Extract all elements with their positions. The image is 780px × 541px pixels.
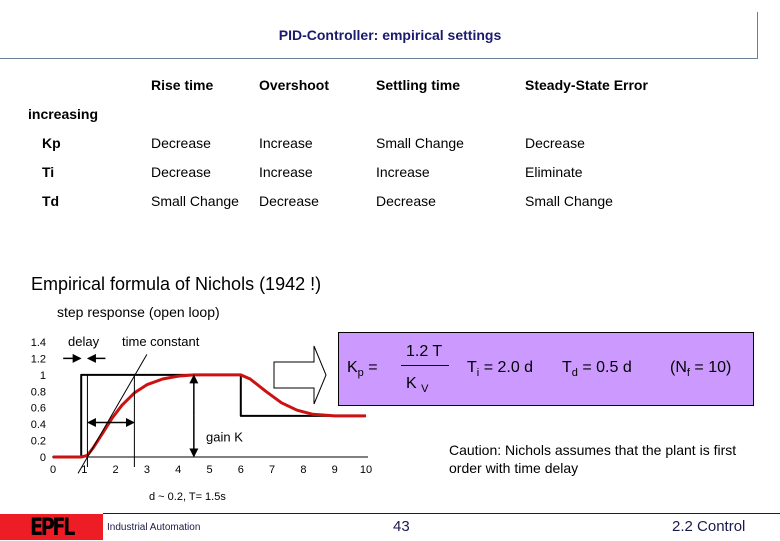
y-tick-label: 1.4 bbox=[31, 337, 46, 349]
table-cell: Small Change bbox=[376, 135, 464, 151]
table-cell: Small Change bbox=[525, 193, 613, 209]
table-cell: Small Change bbox=[151, 193, 239, 209]
fraction-bar bbox=[401, 365, 449, 366]
time-constant-label: time constant bbox=[122, 334, 200, 349]
y-tick-label: 0.8 bbox=[31, 386, 46, 398]
y-tick-label: 1.2 bbox=[31, 353, 46, 365]
epfl-logo-text: EPFL bbox=[30, 513, 75, 541]
x-tick-label: 3 bbox=[144, 464, 150, 476]
column-header-overshoot: Overshoot bbox=[259, 77, 330, 93]
kp-denominator: K V bbox=[406, 375, 429, 396]
column-header-settling-time: Settling time bbox=[376, 77, 461, 93]
table-cell: Decrease bbox=[151, 135, 211, 151]
x-tick-label: 7 bbox=[269, 464, 275, 476]
table-cell: Increase bbox=[376, 164, 430, 180]
row-label-ti: Ti bbox=[42, 164, 55, 180]
column-header-steady-state-error: Steady-State Error bbox=[525, 77, 648, 93]
x-tick-label: 2 bbox=[113, 464, 119, 476]
slide-title: PID-Controller: empirical settings bbox=[278, 27, 502, 43]
nichols-formula-box: Kp = 1.2 T K V Ti = 2.0 d Td = 0.5 d (Nf… bbox=[338, 332, 754, 406]
y-tick-label: 0.4 bbox=[31, 419, 46, 431]
table-cell: Increase bbox=[259, 164, 313, 180]
nichols-heading: Empirical formula of Nichols (1942 !) bbox=[31, 274, 322, 294]
table-cell: Decrease bbox=[151, 164, 211, 180]
table-cell: Eliminate bbox=[525, 164, 583, 180]
row-label-td: Td bbox=[42, 193, 60, 209]
y-tick-label: 1 bbox=[40, 370, 46, 382]
row-header-increasing: increasing bbox=[28, 106, 99, 122]
footer-divider bbox=[103, 513, 780, 514]
y-tick-label: 0.6 bbox=[31, 403, 46, 415]
table-cell: Decrease bbox=[525, 135, 585, 151]
y-tick-label: 0.2 bbox=[31, 436, 46, 448]
x-tick-label: 6 bbox=[238, 464, 244, 476]
ti-formula: Ti = 2.0 d bbox=[467, 359, 534, 380]
caution-note: Caution: Nichols assumes that the plant … bbox=[449, 442, 737, 476]
block-arrow-icon bbox=[273, 345, 327, 405]
step-response-label: step response (open loop) bbox=[57, 304, 220, 320]
x-tick-label: 0 bbox=[50, 464, 56, 476]
table-cell: Decrease bbox=[259, 193, 319, 209]
gain-label: gain K bbox=[206, 429, 243, 444]
course-name: Industrial Automation bbox=[107, 522, 201, 533]
header-divider bbox=[0, 58, 758, 59]
delay-label: delay bbox=[68, 334, 100, 349]
epfl-logo: EPFL bbox=[0, 513, 103, 541]
section-label: 2.2 Control bbox=[672, 518, 746, 535]
td-formula: Td = 0.5 d bbox=[562, 359, 632, 380]
x-tick-label: 10 bbox=[360, 464, 372, 476]
table-cell: Decrease bbox=[376, 193, 436, 209]
kp-numerator: 1.2 T bbox=[406, 343, 443, 360]
column-header-rise-time: Rise time bbox=[151, 77, 214, 93]
x-tick-label: 4 bbox=[175, 464, 181, 476]
kp-label: Kp = bbox=[347, 359, 378, 380]
row-label-kp: Kp bbox=[42, 135, 61, 151]
chart-footnote: d ~ 0.2, T= 1.5s bbox=[149, 491, 226, 503]
x-tick-label: 9 bbox=[332, 464, 338, 476]
nf-formula: (Nf = 10) bbox=[670, 359, 732, 380]
table-cell: Increase bbox=[259, 135, 313, 151]
x-tick-label: 5 bbox=[206, 464, 212, 476]
tangent-line bbox=[77, 354, 148, 474]
x-tick-label: 8 bbox=[300, 464, 306, 476]
y-tick-label: 0 bbox=[40, 452, 46, 464]
page-number: 43 bbox=[393, 518, 410, 535]
